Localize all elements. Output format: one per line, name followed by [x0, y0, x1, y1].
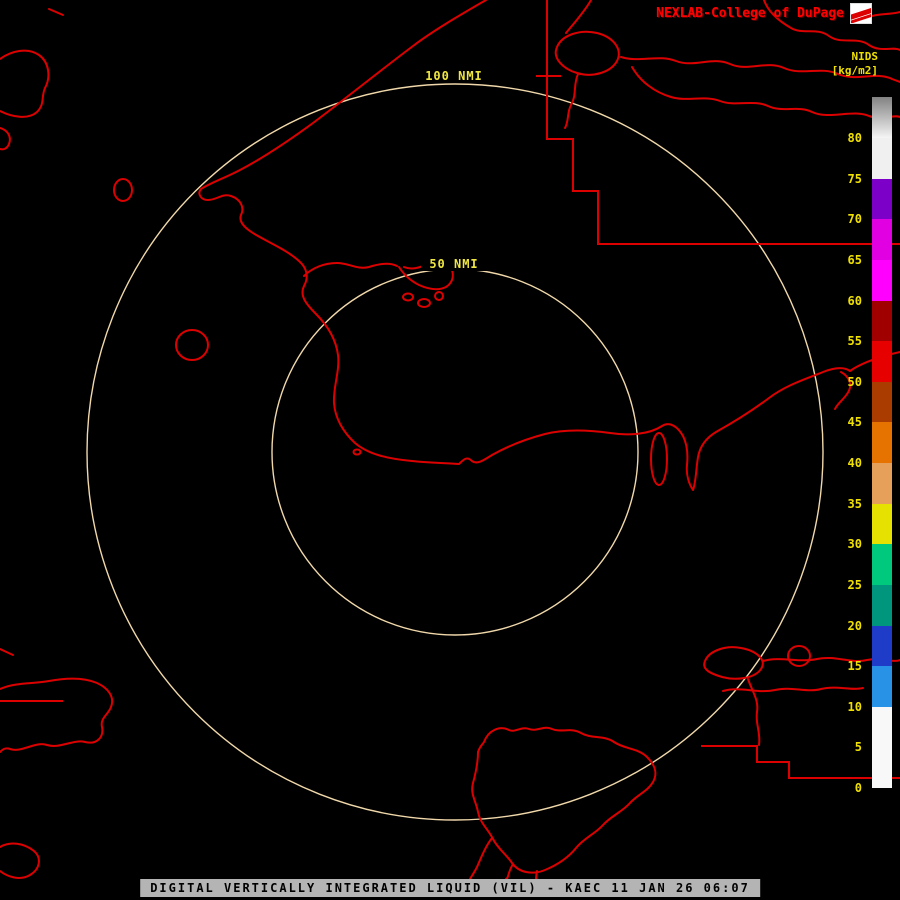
- legend-color-segment-25-30: [872, 544, 892, 585]
- coastline-sw-corner: [0, 842, 40, 879]
- ring-label-50nmi: 50 NMI: [429, 257, 478, 271]
- island-bay-1: [402, 292, 414, 302]
- island-circle-w: [175, 329, 209, 361]
- legend-tick-35: 35: [847, 496, 862, 511]
- legend-tick-50: 50: [847, 374, 862, 389]
- range-ring-50nmi: [271, 268, 639, 636]
- island-se: [703, 646, 764, 680]
- coastlines: [0, 0, 900, 885]
- island-circle-nw: [113, 178, 133, 202]
- legend-tick-80: 80: [847, 131, 862, 145]
- coastline-topright-corner: [868, 11, 900, 18]
- island-bay-2: [417, 298, 431, 308]
- legend-color-segment-75-80: [872, 138, 892, 179]
- island-topright: [554, 30, 620, 76]
- zone-border-ne: [546, 0, 900, 245]
- legend-color-segment-0-10: [872, 706, 892, 788]
- legend-color-segment-55-60: [872, 300, 892, 342]
- legend-tick-15: 15: [847, 659, 862, 674]
- legend-color-segment-65-70: [872, 219, 892, 260]
- coastline-top-dash: [48, 8, 64, 16]
- legend-tick-25: 25: [847, 577, 862, 592]
- legend-tick-20: 20: [847, 618, 862, 633]
- legend-color-segment-35-40: [872, 463, 892, 504]
- island-bay-3: [434, 291, 444, 301]
- island-nw-lobe: [0, 127, 11, 151]
- legend-tick-55: 55: [847, 334, 862, 349]
- radar-display: 100 NMI 50 NMI NEXLAB-College of DuPage …: [0, 0, 900, 900]
- nexlab-logo-icon: [850, 3, 872, 24]
- coastline-topright-descender: [565, 0, 592, 34]
- legend-color-segment-40-45: [872, 422, 892, 463]
- legend-tick-40: 40: [847, 456, 862, 470]
- legend-tick-30: 30: [847, 537, 862, 552]
- brand-title: NEXLAB-College of DuPage: [656, 6, 844, 21]
- legend-tick-75: 75: [847, 171, 862, 186]
- coastline-se-strand: [747, 678, 761, 746]
- legend-color-segment-30-35: [872, 503, 892, 545]
- island-inlet: [650, 432, 668, 486]
- legend-color-segment-15-20: [872, 625, 892, 667]
- legend-tick-70: 70: [847, 212, 862, 227]
- coastline-bay-shore: [303, 262, 398, 277]
- legend-tick-65: 65: [847, 252, 862, 267]
- island-nw: [0, 49, 50, 118]
- island-circle-se: [787, 645, 811, 667]
- legend-tick-10: 10: [847, 699, 862, 714]
- product-caption: DIGITAL VERTICALLY INTEGRATED LIQUID (VI…: [140, 879, 760, 897]
- legend-tick-60: 60: [847, 293, 862, 308]
- landmass-south: [471, 726, 657, 874]
- legend-color-segment-70-75: [872, 178, 892, 220]
- range-ring-100nmi: [86, 83, 824, 821]
- coastline-left-dash: [0, 648, 14, 656]
- legend-title: NIDS: [851, 50, 879, 63]
- legend-color-segment-20-25: [872, 584, 892, 626]
- landmass-south-tail-2: [505, 863, 514, 880]
- radar-map: 100 NMI 50 NMI: [0, 0, 900, 885]
- legend-units: [kg/m2]: [831, 64, 878, 77]
- legend-color-segment-60-65: [872, 259, 892, 301]
- legend-color-segment-80-85: [872, 97, 892, 138]
- ring-label-100nmi: 100 NMI: [425, 69, 483, 83]
- island-sw: [0, 677, 114, 753]
- legend-color-segment-45-50: [872, 381, 892, 423]
- legend-color-segment-50-55: [872, 341, 892, 382]
- legend-color-segment-10-15: [872, 666, 892, 707]
- legend-tick-5: 5: [854, 740, 862, 755]
- legend-tick-45: 45: [847, 415, 862, 430]
- coastline-se-2: [722, 686, 864, 693]
- landmass-south-tail-3: [469, 837, 493, 880]
- island-dot-south: [352, 448, 362, 456]
- zone-border-se: [701, 745, 900, 779]
- legend-tick-0: 0: [854, 781, 862, 795]
